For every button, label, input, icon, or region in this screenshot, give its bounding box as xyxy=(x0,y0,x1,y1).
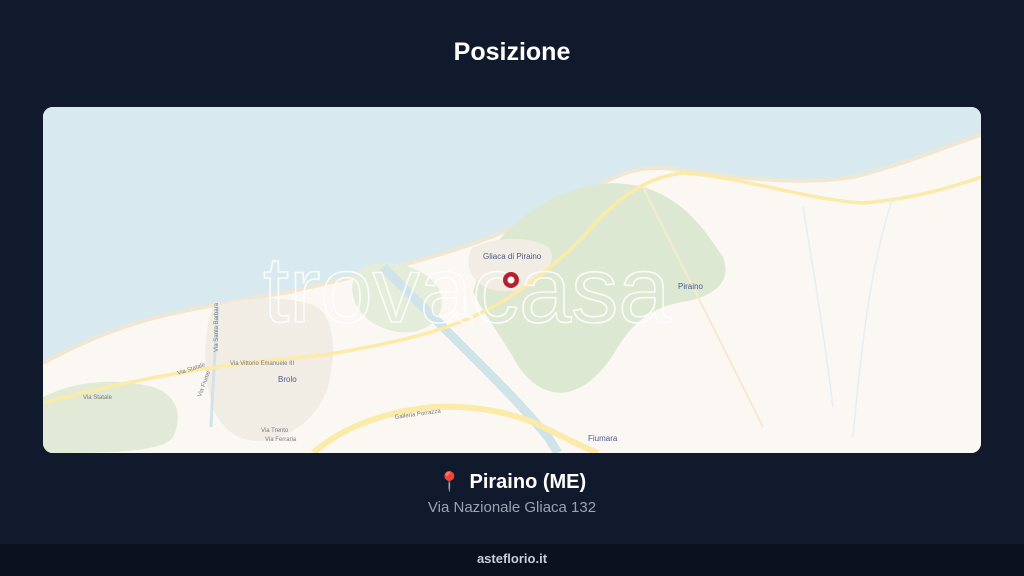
label-via-statale-left: Via Statale xyxy=(83,395,113,401)
footer: asteflorio.it xyxy=(0,544,1024,576)
map-view[interactable]: trovacasa Gliaca di Piraino Piraino Brol… xyxy=(43,107,981,453)
label-via-santa-barbara: Via Santa Barbara xyxy=(214,302,220,352)
location-marker[interactable] xyxy=(503,272,519,288)
map-canvas[interactable]: trovacasa Gliaca di Piraino Piraino Brol… xyxy=(43,107,981,453)
location-address: Via Nazionale Gliaca 132 xyxy=(427,499,597,516)
label-brolo: Brolo xyxy=(278,375,297,384)
place-name: Piraino (ME) xyxy=(469,471,587,493)
pin-icon: 📍 xyxy=(437,472,462,493)
location-marker-center xyxy=(507,276,515,284)
label-via-trento: Via Trento xyxy=(261,428,289,434)
label-piraino: Piraino xyxy=(678,282,703,291)
label-via-vittorio: Via Vittorio Emanuele III xyxy=(230,361,294,367)
label-via-ferraria: Via Ferraria xyxy=(265,437,297,443)
label-fiumara: Fiumara xyxy=(588,434,618,443)
location-place: 📍 Piraino (ME) xyxy=(0,470,1024,494)
watermark: trovacasa xyxy=(263,237,671,342)
page-title: Posizione xyxy=(453,38,571,66)
green-patch-left xyxy=(43,381,178,453)
label-gliaca: Gliaca di Piraino xyxy=(483,252,542,261)
footer-site-link[interactable]: asteflorio.it xyxy=(477,551,547,566)
